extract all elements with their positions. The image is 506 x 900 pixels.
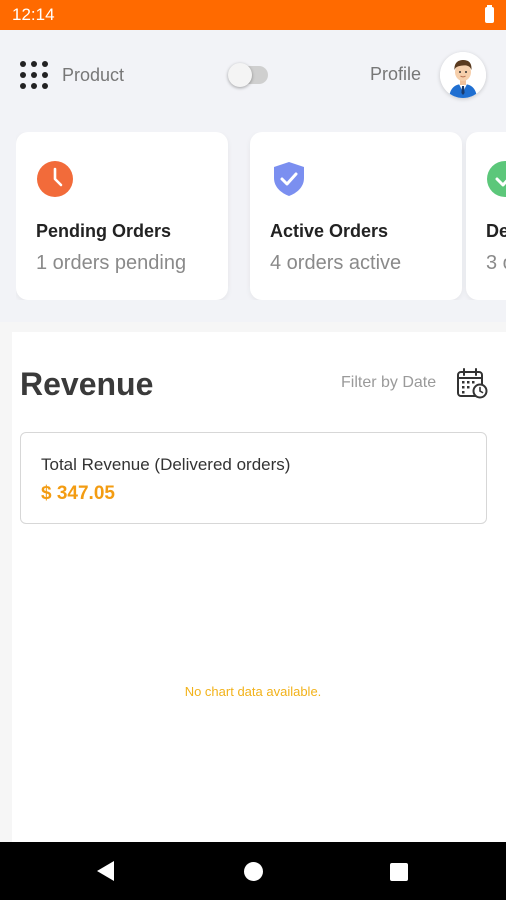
delivered-orders-card[interactable]: De 3 o	[466, 132, 506, 300]
status-time: 12:14	[12, 5, 55, 24]
calendar-icon[interactable]	[456, 367, 488, 399]
total-revenue-box: Total Revenue (Delivered orders) $ 347.0…	[20, 432, 487, 524]
clock-icon	[37, 161, 73, 197]
shield-check-icon	[274, 162, 304, 196]
active-orders-card[interactable]: Active Orders 4 orders active	[250, 132, 462, 300]
back-icon[interactable]	[97, 861, 114, 881]
home-icon[interactable]	[244, 862, 263, 881]
check-circle-icon	[487, 161, 506, 197]
card-title: Pending Orders	[36, 221, 172, 241]
avatar-icon	[440, 52, 486, 98]
avatar[interactable]	[440, 52, 486, 98]
app-header: Product Profile	[0, 30, 506, 120]
toggle-knob	[228, 63, 252, 87]
card-subtitle: 1 orders pending	[36, 252, 187, 274]
revenue-title: Revenue	[20, 366, 154, 402]
apps-grid-icon[interactable]	[20, 61, 48, 89]
card-subtitle: 3 o	[486, 252, 506, 274]
pending-orders-card[interactable]: Pending Orders 1 orders pending	[16, 132, 228, 300]
recents-icon[interactable]	[390, 863, 408, 881]
status-bar: 12:14	[0, 0, 506, 30]
revenue-panel-card	[12, 332, 506, 842]
profile-label[interactable]: Profile	[370, 64, 421, 85]
mode-toggle[interactable]	[228, 63, 268, 87]
order-cards-row: Pending Orders 1 orders pending Active O…	[16, 132, 506, 300]
product-label[interactable]: Product	[62, 65, 124, 86]
system-nav-bar	[0, 842, 506, 900]
card-subtitle: 4 orders active	[270, 252, 402, 274]
card-title: De	[486, 221, 506, 241]
total-revenue-value: $ 347.05	[41, 483, 115, 504]
empty-chart-message: No chart data available.	[184, 684, 322, 699]
card-title: Active Orders	[270, 221, 389, 241]
battery-icon	[485, 5, 494, 23]
total-revenue-label: Total Revenue (Delivered orders)	[41, 455, 291, 474]
filter-by-date-button[interactable]: Filter by Date	[341, 374, 436, 392]
